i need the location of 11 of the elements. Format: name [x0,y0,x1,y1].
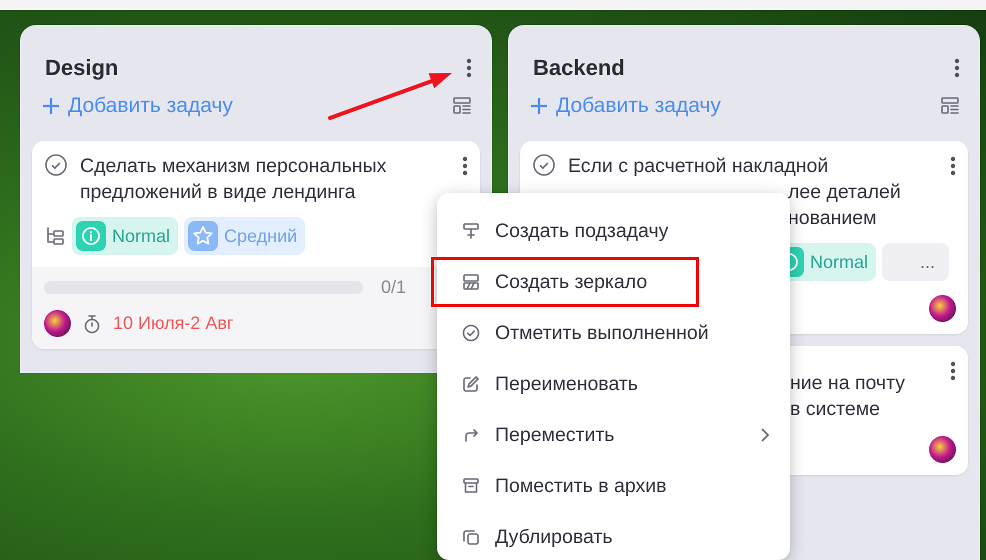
column-title: Design [45,55,118,81]
task-title: Сделать механизм персональных [80,154,388,179]
column-title: Backend [533,55,625,81]
task-title: предложений в виде лендинга [80,180,357,205]
progress-count: 0/1 [380,277,406,298]
task-title: Если с расчетной накладной [568,154,830,179]
task-title: в системе [790,397,880,422]
task-title: ние на почту [790,371,905,396]
due-date: 10 Июля-2 Авг [113,313,234,334]
task-title: лее деталей [788,180,901,205]
task-title: нованием [788,206,877,231]
